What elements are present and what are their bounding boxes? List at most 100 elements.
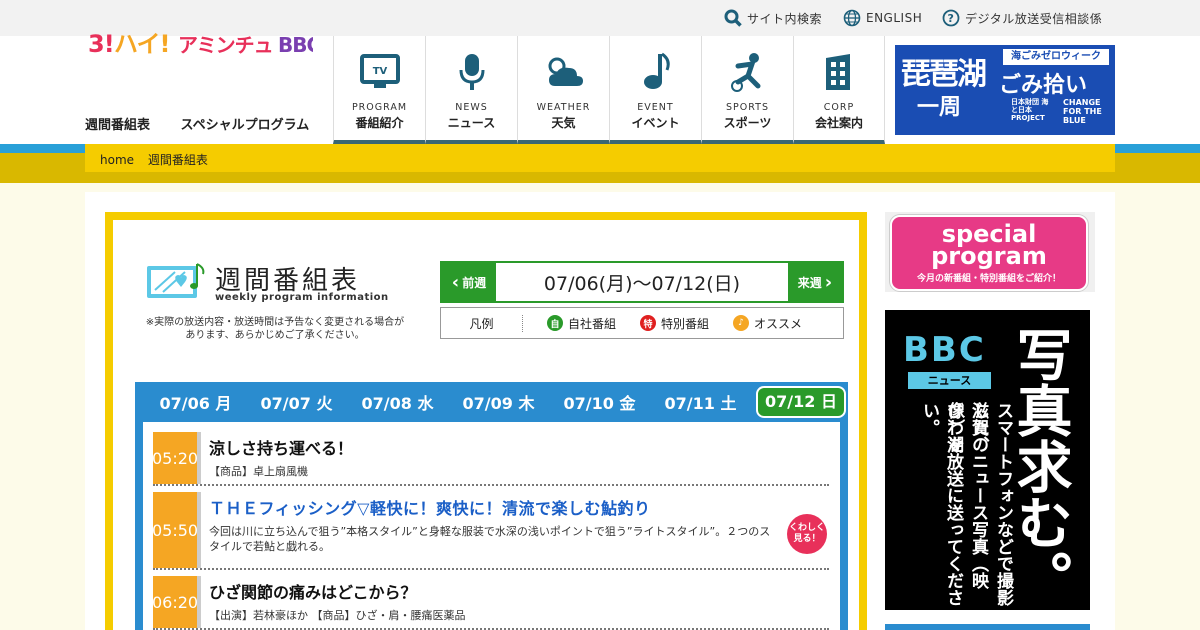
nav-sports-jp: スポーツ xyxy=(723,116,772,130)
legend-label-recommend: オススメ xyxy=(754,316,803,331)
svg-text:ハイ!: ハイ! xyxy=(114,30,169,58)
nav-sports-en: SPORTS xyxy=(726,102,769,113)
site-logo[interactable]: 3! ハイ! アミンチュ BBC xyxy=(88,22,313,62)
breadcrumb-home[interactable]: home xyxy=(100,153,134,167)
logo-graphic: 3! ハイ! アミンチュ BBC xyxy=(88,30,313,58)
photo-headline: 写真求む。 xyxy=(1007,326,1072,606)
nav-event[interactable]: EVENT イベント xyxy=(609,36,701,144)
photo-request-banner[interactable]: BBC ニュース 写真求む。 スマートフォンなどで撮影した、 滋賀のニュース写真… xyxy=(885,310,1090,610)
nav-program-en: PROGRAM xyxy=(351,102,408,113)
week-range: 07/06(月)～07/12(日) xyxy=(543,272,741,295)
tab-day-3[interactable]: 07/08 水 xyxy=(347,390,448,414)
building-icon xyxy=(817,50,861,94)
banner-big1: 琵琶湖 xyxy=(901,57,987,92)
special-program-banner[interactable]: special program 今月の新番組・特別番組をご紹介！ xyxy=(885,212,1095,292)
cleanup-campaign-banner[interactable]: 海ごみゼロウィーク 琵琶湖 一周 ごみ拾い 日本財団 海と日本 PROJECT … xyxy=(895,45,1115,135)
program-row[interactable]: 06:20 ひざ関節の痛みはどこから？ 【出演】若林豪ほか 【商品】ひざ・肩・腰… xyxy=(152,576,829,630)
tab-day-6[interactable]: 07/11 土 xyxy=(650,390,751,414)
nav-corp-jp: 会社案内 xyxy=(814,116,863,130)
nav-program[interactable]: TV PROGRAM 番組紹介 xyxy=(333,36,425,144)
svg-text:3!: 3! xyxy=(88,30,114,58)
site-search-link[interactable]: サイト内検索 xyxy=(724,9,822,27)
chevron-left-icon: ‹ xyxy=(451,271,460,293)
banner-tag2: CHANGE FOR THE BLUE xyxy=(1063,98,1102,125)
search-icon xyxy=(724,9,742,27)
program-row[interactable]: 05:50 ＴＨＥフィッシング▽軽快に！爽快に！清流で楽しむ鮎釣り 今回は川に立… xyxy=(152,492,829,570)
chevron-right-icon: › xyxy=(824,271,833,293)
english-label: ENGLISH xyxy=(866,11,923,25)
own-program-icon: 自 xyxy=(547,315,563,331)
program-time: 05:50 xyxy=(152,492,201,568)
tab-day-2[interactable]: 07/07 火 xyxy=(246,390,347,414)
week-navigator: ‹ 前週 07/06(月)～07/12(日) 来週 › xyxy=(440,261,844,303)
program-title: 涼しさ持ち運べる！ xyxy=(209,439,354,458)
tab-day-1[interactable]: 07/06 月 xyxy=(145,390,246,414)
nav-news-jp: ニュース xyxy=(447,116,496,130)
breadcrumb-current: 週間番組表 xyxy=(147,153,208,167)
banner-big3: ごみ拾い xyxy=(999,73,1088,98)
nav-event-jp: イベント xyxy=(631,116,680,130)
legend-label-special: 特別番組 xyxy=(661,316,710,331)
prev-week-button[interactable]: ‹ 前週 xyxy=(442,263,496,301)
program-time: 05:20 xyxy=(152,432,201,484)
svg-text:BBC: BBC xyxy=(278,33,313,57)
program-time: 06:20 xyxy=(152,576,201,628)
music-note-icon xyxy=(634,50,678,94)
microphone-icon xyxy=(450,50,494,94)
special-line2: program xyxy=(931,242,1047,270)
nav-program-jp: 番組紹介 xyxy=(355,116,404,130)
globe-icon xyxy=(843,9,861,27)
next-week-button[interactable]: 来週 › xyxy=(788,263,842,301)
reception-help-link[interactable]: ? デジタル放送受信相談係 xyxy=(942,9,1102,27)
english-link[interactable]: ENGLISH xyxy=(843,9,922,27)
nav-news[interactable]: NEWS ニュース xyxy=(425,36,517,144)
program-desc: 今回は川に立ち込んで狙う”本格スタイル”と身軽な服装で水深の浅いポイントで狙う”… xyxy=(209,525,771,553)
tab-day-4[interactable]: 07/09 木 xyxy=(448,390,549,414)
legend-item-recommend: ♪ オススメ xyxy=(733,315,802,332)
right-column-bar xyxy=(885,624,1090,630)
svg-text:TV: TV xyxy=(372,66,387,77)
special-program-link[interactable]: スペシャルプログラム xyxy=(181,118,310,133)
legend-label-own: 自社番組 xyxy=(568,316,617,331)
legend-item-special: 特特別番組 xyxy=(640,315,709,332)
sports-icon xyxy=(726,50,770,94)
question-icon: ? xyxy=(942,9,960,27)
weekly-schedule-link[interactable]: 週間番組表 xyxy=(85,118,150,133)
program-title: ひざ関節の痛みはどこから？ xyxy=(209,583,417,602)
special-sub: 今月の新番組・特別番組をご紹介！ xyxy=(916,274,1061,284)
breadcrumb: home 週間番組表 xyxy=(85,144,1115,172)
bbc-logo: BBC xyxy=(903,330,986,370)
photo-body-3: びわ湖放送に送ってください。 xyxy=(919,402,963,606)
schedule-note: ※実際の放送内容・放送時間は予告なく変更される場合があります、あらかじめご了承く… xyxy=(145,317,405,341)
program-desc: 【出演】若林豪ほか 【商品】ひざ・肩・腰痛医薬品 xyxy=(209,609,466,622)
tv-heart-icon xyxy=(147,263,205,298)
program-title-link[interactable]: ＴＨＥフィッシング▽軽快に！爽快に！清流で楽しむ鮎釣り xyxy=(209,495,777,519)
tab-day-5[interactable]: 07/10 金 xyxy=(549,390,650,414)
details-button[interactable]: くわしく見る！ xyxy=(787,514,827,554)
next-week-label: 来週 xyxy=(797,275,822,290)
svg-text:アミンチュ: アミンチュ xyxy=(178,33,273,57)
nav-weather-jp: 天気 xyxy=(551,116,576,130)
banner-tag1: 日本財団 海と日本 PROJECT xyxy=(1011,98,1049,122)
program-list: 05:20 涼しさ持ち運べる！ 【商品】卓上扇風機 05:50 ＴＨＥフィッシン… xyxy=(143,422,840,630)
banner-headline: 海ごみゼロウィーク xyxy=(1003,49,1109,65)
recommend-icon: ♪ xyxy=(733,315,750,331)
banner-big2: 一周 xyxy=(917,95,962,120)
nav-sports[interactable]: SPORTS スポーツ xyxy=(701,36,793,144)
nav-corp-en: CORP xyxy=(823,102,855,113)
nav-corp[interactable]: CORP 会社案内 xyxy=(793,36,885,144)
weather-icon xyxy=(542,50,586,94)
nav-news-en: NEWS xyxy=(455,102,488,113)
site-search-label: サイト内検索 xyxy=(747,11,823,26)
nav-event-en: EVENT xyxy=(637,102,674,113)
svg-text:?: ? xyxy=(948,12,955,25)
nav-weather[interactable]: WEATHER 天気 xyxy=(517,36,609,144)
special-program-icon: 特 xyxy=(640,315,657,331)
tv-icon: TV xyxy=(358,50,402,94)
tab-day-7-active[interactable]: 07/12 日 xyxy=(756,386,846,418)
legend-heading: 凡例 xyxy=(441,314,523,332)
day-tabs: 07/06 月 07/07 火 07/08 水 07/09 木 07/10 金 … xyxy=(135,382,848,422)
program-row[interactable]: 05:20 涼しさ持ち運べる！ 【商品】卓上扇風機 xyxy=(152,432,829,486)
main-nav: TV PROGRAM 番組紹介 NEWS ニュース WEATHER 天気 EVE… xyxy=(333,36,885,144)
bbc-news-tag: ニュース xyxy=(908,372,991,389)
